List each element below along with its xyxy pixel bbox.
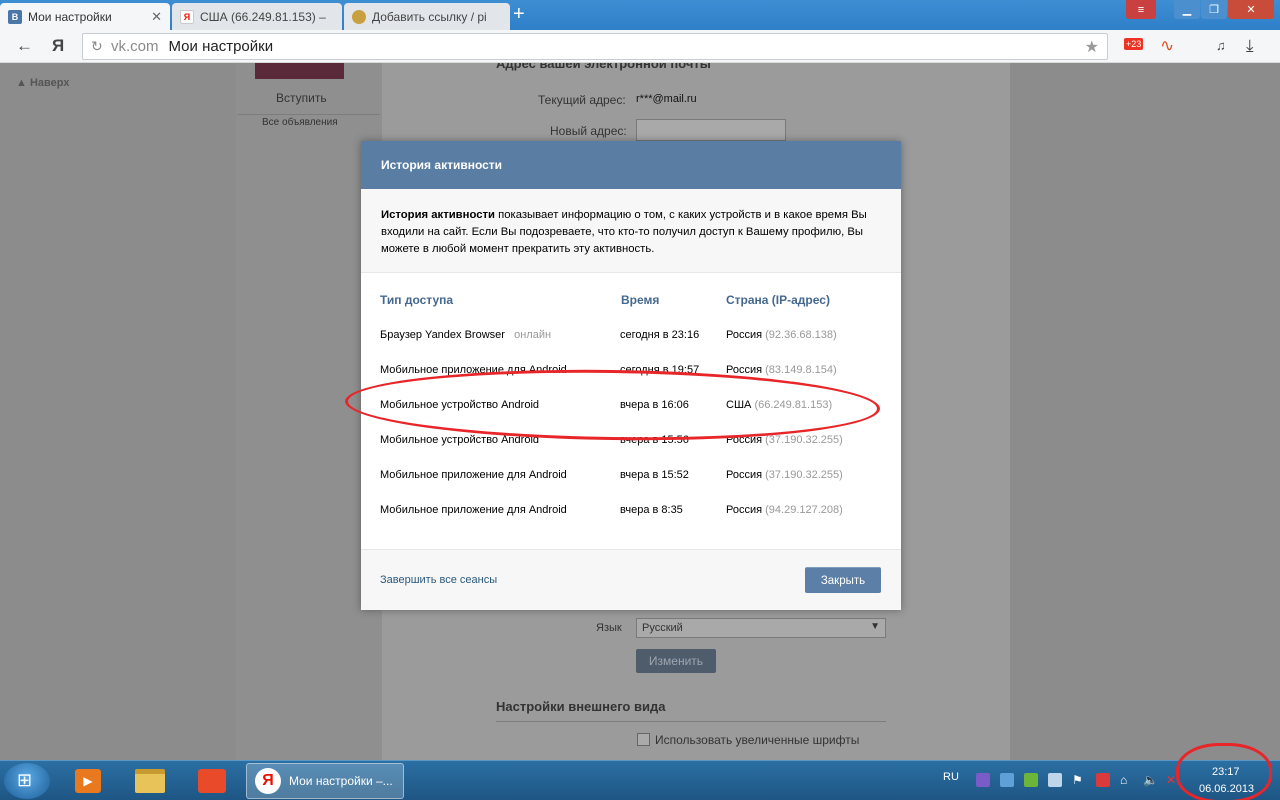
dropdown-arrow-icon: ▼ <box>870 621 880 632</box>
email-section-title: Адрес вашей электронной почты <box>496 63 711 71</box>
access-time: вчера в 8:35 <box>620 504 683 516</box>
taskbar-browser-window[interactable]: Я Мои настройки –... <box>246 763 404 799</box>
table-row: Мобильное приложение для Android вчера в… <box>361 469 901 504</box>
appearance-section-title: Настройки внешнего вида <box>496 699 666 714</box>
table-row: Мобильное приложение для Android вчера в… <box>361 504 901 539</box>
mp3-icon[interactable]: ♫ <box>1216 37 1226 55</box>
new-tab-icon[interactable]: + <box>513 4 525 24</box>
access-type: Браузер Yandex Browser онлайн <box>380 329 552 341</box>
new-address-label: Новый адрес: <box>550 124 627 138</box>
access-type: Мобильное приложение для Android <box>380 504 567 516</box>
notification-badge[interactable]: +23 <box>1124 38 1144 50</box>
explorer-icon[interactable] <box>124 764 176 798</box>
access-time: сегодня в 23:16 <box>620 329 700 341</box>
red-circle-annotation <box>1176 743 1272 800</box>
language-indicator[interactable]: RU <box>943 771 959 783</box>
access-time: вчера в 15:52 <box>620 469 689 481</box>
access-country: Россия (37.190.32.255) <box>726 469 843 481</box>
ad-image[interactable] <box>255 63 344 79</box>
all-ads-link[interactable]: Все объявления <box>262 117 338 128</box>
new-address-input[interactable] <box>636 119 786 141</box>
access-country: Россия (92.36.68.138) <box>726 329 837 341</box>
tab-label: США (66.249.81.153) – <box>200 9 326 24</box>
divider <box>238 114 380 115</box>
up-arrow-icon: ▲ <box>16 77 27 89</box>
tray-network-icon[interactable] <box>1000 773 1014 787</box>
current-address-label: Текущий адрес: <box>538 93 626 107</box>
join-link[interactable]: Вступить <box>276 91 327 105</box>
close-button[interactable]: Закрыть <box>805 567 881 593</box>
large-fonts-label: Использовать увеличенные шрифты <box>655 733 860 747</box>
tray-app-icon[interactable] <box>976 773 990 787</box>
menu-icon[interactable]: ≡ <box>1126 0 1156 19</box>
access-country: Россия (83.149.8.154) <box>726 364 837 376</box>
minimize-icon[interactable]: ▁ <box>1174 0 1200 19</box>
bookmark-star-icon[interactable]: ★ <box>1085 37 1099 57</box>
volume-icon[interactable]: 🔈 <box>1143 773 1158 787</box>
vk-favicon-icon: В <box>8 9 22 24</box>
app-icon[interactable] <box>186 764 238 798</box>
dialog-title: История активности <box>361 141 901 189</box>
column-header-time: Время <box>621 293 660 307</box>
dialog-description: История активности показывает информацию… <box>361 189 901 273</box>
tab-my-settings[interactable]: В Мои настройки ✕ <box>0 3 170 30</box>
table-row: Браузер Yandex Browser онлайн сегодня в … <box>361 329 901 364</box>
address-bar-row: ← Я ↻ vk.com Мои настройки ★ +23 ∿ ♫ ⤓ <box>0 30 1280 63</box>
pikabu-favicon-icon <box>352 9 366 24</box>
url-field[interactable]: ↻ vk.com Мои настройки ★ <box>82 33 1108 60</box>
tab-label: Добавить ссылку / pi <box>372 9 487 24</box>
access-type: Мобильное приложение для Android <box>380 469 567 481</box>
end-all-sessions-link[interactable]: Завершить все сеансы <box>380 574 497 586</box>
yandex-logo-icon[interactable]: Я <box>52 37 64 55</box>
reload-icon[interactable]: ↻ <box>91 38 103 55</box>
large-fonts-checkbox[interactable] <box>637 733 650 746</box>
back-to-top-link[interactable]: ▲ Наверх <box>16 77 69 89</box>
start-button[interactable]: ⊞ <box>4 763 50 799</box>
close-window-icon[interactable]: ✕ <box>1228 0 1274 19</box>
tray-security-icon[interactable] <box>1096 773 1110 787</box>
windows-taskbar: ⊞ ▶ Я Мои настройки –... RU ⚑ ⌂ 🔈 ✕ 23:1… <box>0 760 1280 800</box>
column-header-access-type: Тип доступа <box>380 293 454 307</box>
browser-titlebar: В Мои настройки ✕ Я США (66.249.81.153) … <box>0 0 1280 30</box>
tab-usa-ip[interactable]: Я США (66.249.81.153) – <box>172 3 342 30</box>
tab-add-link[interactable]: Добавить ссылку / pi <box>344 3 510 30</box>
yandex-browser-icon: Я <box>255 768 281 794</box>
windows-logo-icon: ⊞ <box>17 770 33 790</box>
dialog-footer: Завершить все сеансы Закрыть <box>361 549 901 610</box>
language-select[interactable]: Русский ▼ <box>636 618 886 638</box>
tab-label: Мои настройки <box>28 9 112 24</box>
yandex-favicon-icon: Я <box>180 9 194 24</box>
action-center-flag-icon[interactable]: ⚑ <box>1072 773 1086 787</box>
divider <box>496 721 886 722</box>
change-button[interactable]: Изменить <box>636 649 716 673</box>
language-label: Язык <box>596 622 622 634</box>
download-icon[interactable]: ⤓ <box>1246 37 1254 55</box>
url-page-title: Мои настройки <box>168 38 274 55</box>
media-player-icon[interactable]: ▶ <box>62 764 114 798</box>
back-arrow-icon[interactable]: ← <box>16 37 33 55</box>
online-status: онлайн <box>514 329 552 341</box>
tray-update-icon[interactable] <box>1024 773 1038 787</box>
tray-power-icon[interactable]: ⌂ <box>1120 773 1134 787</box>
access-country: Россия (94.29.127.208) <box>726 504 843 516</box>
tray-display-icon[interactable] <box>1048 773 1062 787</box>
url-domain: vk.com <box>111 38 159 55</box>
close-tab-icon[interactable]: ✕ <box>151 9 162 25</box>
current-address-value: r***@mail.ru <box>636 93 697 105</box>
column-header-country: Страна (IP-адрес) <box>726 293 830 307</box>
restore-icon[interactable]: ❐ <box>1201 0 1227 19</box>
addon-icon[interactable]: ∿ <box>1160 37 1174 55</box>
